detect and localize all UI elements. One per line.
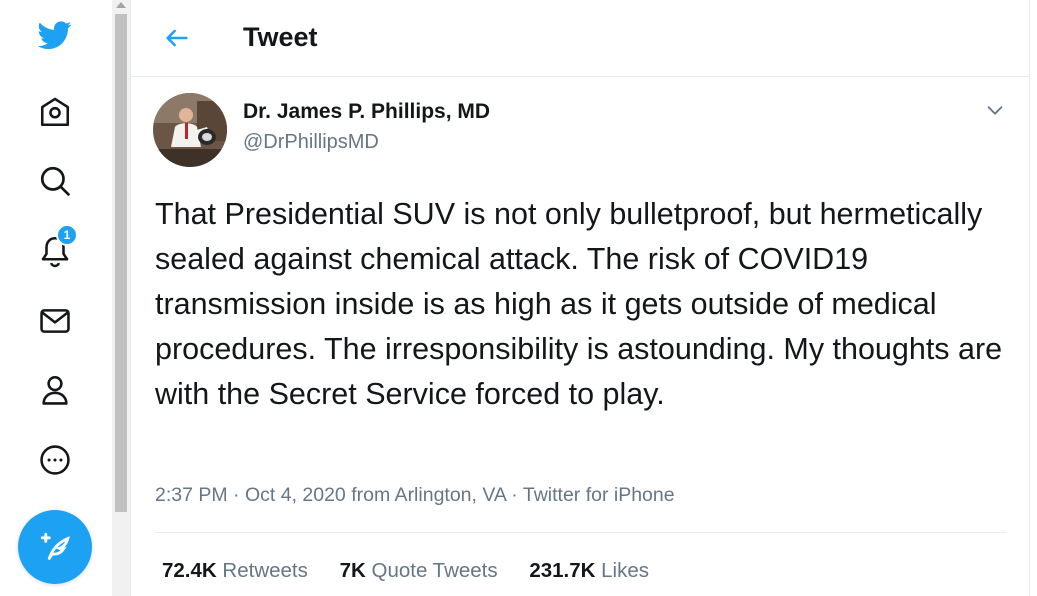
nav-notifications[interactable]: 1 bbox=[34, 224, 78, 272]
nav-home[interactable] bbox=[34, 91, 76, 133]
tweet-options-button[interactable] bbox=[981, 98, 1009, 122]
retweets-stat[interactable]: 72.4K Retweets bbox=[162, 559, 308, 583]
page-title: Tweet bbox=[243, 22, 318, 52]
quote-tweets-count: 7K bbox=[339, 559, 366, 582]
left-nav: 1 bbox=[0, 0, 112, 596]
twitter-bird-icon bbox=[38, 21, 72, 50]
tweet-date[interactable]: Oct 4, 2020 bbox=[245, 484, 346, 506]
avatar-photo bbox=[153, 93, 227, 167]
tweet-stats: 72.4K Retweets 7K Quote Tweets 231.7K Li… bbox=[162, 559, 675, 583]
compose-feather-icon bbox=[40, 532, 70, 560]
notification-badge: 1 bbox=[56, 224, 78, 246]
likes-count: 231.7K bbox=[529, 559, 596, 582]
author-name[interactable]: Dr. James P. Phillips, MD bbox=[243, 100, 490, 124]
scroll-up-arrow[interactable] bbox=[116, 2, 126, 8]
tweet-location[interactable]: from Arlington, VA bbox=[351, 484, 506, 506]
profile-icon bbox=[42, 375, 68, 405]
likes-stat[interactable]: 231.7K Likes bbox=[529, 559, 649, 583]
tweet-source[interactable]: Twitter for iPhone bbox=[523, 484, 675, 506]
scrollbar-thumb[interactable] bbox=[115, 14, 127, 512]
likes-label: Likes bbox=[601, 559, 650, 582]
page-header: Tweet bbox=[131, 0, 1029, 77]
arrow-left-icon bbox=[166, 29, 188, 47]
quote-tweets-stat[interactable]: 7K Quote Tweets bbox=[340, 559, 498, 583]
search-icon bbox=[40, 166, 70, 196]
retweets-count: 72.4K bbox=[162, 559, 217, 582]
nav-profile[interactable] bbox=[34, 369, 76, 411]
divider bbox=[155, 532, 1007, 533]
compose-tweet-button[interactable] bbox=[18, 510, 92, 584]
meta-separator: · bbox=[511, 484, 518, 506]
nav-explore[interactable] bbox=[34, 160, 76, 202]
quote-tweets-label: Quote Tweets bbox=[371, 559, 498, 582]
author-handle[interactable]: @DrPhillipsMD bbox=[243, 131, 379, 154]
twitter-app: 1 Tweet Dr. James P. Phillips, MD @DrPhi… bbox=[0, 0, 1037, 596]
twitter-logo-icon[interactable] bbox=[34, 14, 76, 56]
scrollbar[interactable] bbox=[112, 0, 130, 596]
tweet-meta: 2:37 PM · Oct 4, 2020 from Arlington, VA… bbox=[155, 484, 675, 507]
back-button[interactable] bbox=[159, 20, 195, 56]
more-circle-icon bbox=[40, 445, 70, 475]
meta-separator: · bbox=[233, 484, 240, 506]
home-icon bbox=[40, 97, 70, 127]
mail-icon bbox=[40, 309, 70, 333]
tweet-detail-column: Tweet Dr. James P. Phillips, MD @DrPhill… bbox=[130, 0, 1030, 596]
retweets-label: Retweets bbox=[222, 559, 308, 582]
tweet-text: That Presidential SUV is not only bullet… bbox=[155, 197, 1003, 411]
chevron-down-icon bbox=[987, 106, 1003, 115]
nav-messages[interactable] bbox=[34, 300, 76, 342]
avatar[interactable] bbox=[153, 93, 227, 167]
nav-more[interactable] bbox=[34, 439, 76, 481]
tweet-time[interactable]: 2:37 PM bbox=[155, 484, 228, 506]
